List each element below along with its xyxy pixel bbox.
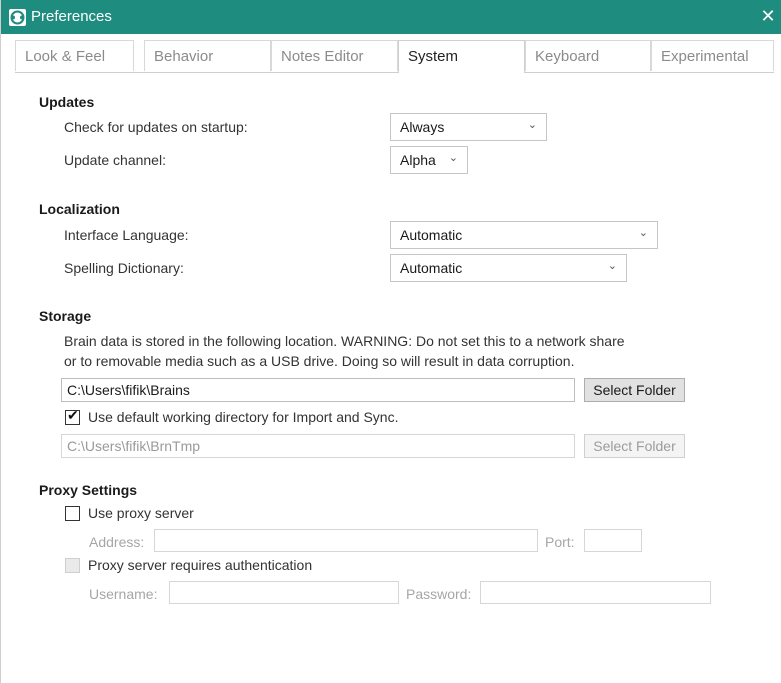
proxy-heading: Proxy Settings [39, 482, 138, 498]
proxy-auth-label: Proxy server requires authentication [88, 557, 313, 573]
interface-language-value: Automatic [400, 227, 463, 243]
select-working-folder-button[interactable]: Select Folder [584, 434, 685, 458]
proxy-address-input[interactable] [154, 529, 538, 552]
tab-look-and-feel[interactable]: Look & Feel [15, 40, 134, 71]
username-label: Username: [89, 586, 158, 602]
update-channel-select[interactable]: Alpha ⌄ [390, 146, 468, 174]
storage-heading: Storage [39, 308, 92, 324]
use-proxy-label: Use proxy server [88, 505, 194, 521]
storage-warning-line-1: Brain data is stored in the following lo… [64, 333, 625, 349]
proxy-password-input[interactable] [480, 581, 711, 604]
tab-behavior[interactable]: Behavior [144, 40, 271, 71]
app-logo-icon [9, 9, 26, 26]
tab-notes-editor[interactable]: Notes Editor [271, 40, 398, 71]
spelling-dictionary-select[interactable]: Automatic ⌄ [390, 254, 627, 282]
close-icon[interactable]: ✕ [758, 5, 778, 27]
proxy-username-input[interactable] [169, 581, 399, 604]
title-bar: Preferences ✕ [1, 0, 781, 34]
update-channel-label: Update channel: [64, 152, 166, 168]
interface-language-label: Interface Language: [64, 227, 189, 243]
working-directory-input[interactable]: C:\Users\fifik\BrnTmp [61, 434, 575, 458]
port-label: Port: [545, 534, 575, 550]
chevron-down-icon: ⌄ [448, 152, 458, 164]
tab-bar: Look & Feel Behavior Notes Editor System… [15, 40, 774, 73]
window-title: Preferences [31, 8, 112, 25]
spelling-dictionary-value: Automatic [400, 260, 463, 276]
interface-language-select[interactable]: Automatic ⌄ [390, 221, 658, 249]
default-directory-checkbox[interactable]: ✔ [65, 407, 80, 425]
storage-warning-line-2: or to removable media such as a USB driv… [64, 353, 575, 369]
proxy-auth-checkbox[interactable] [65, 558, 80, 573]
check-updates-select[interactable]: Always ⌄ [390, 113, 547, 141]
check-updates-label: Check for updates on startup: [64, 119, 248, 135]
system-panel: Updates Check for updates on startup: Al… [1, 72, 781, 683]
tab-experimental[interactable]: Experimental [651, 40, 774, 71]
checkmark-icon: ✔ [67, 407, 79, 423]
localization-heading: Localization [39, 201, 120, 217]
preferences-window: Preferences ✕ Look & Feel Behavior Notes… [0, 0, 781, 683]
chevron-down-icon: ⌄ [638, 227, 648, 239]
brain-location-input[interactable]: C:\Users\fifik\Brains [61, 378, 575, 402]
use-proxy-checkbox[interactable] [65, 506, 80, 521]
tab-system[interactable]: System [398, 40, 525, 73]
default-directory-label: Use default working directory for Import… [88, 409, 399, 425]
password-label: Password: [406, 586, 472, 602]
chevron-down-icon: ⌄ [527, 119, 537, 131]
update-channel-value: Alpha [400, 152, 436, 168]
check-updates-value: Always [400, 119, 445, 135]
tab-keyboard[interactable]: Keyboard [525, 40, 651, 71]
spelling-dictionary-label: Spelling Dictionary: [64, 260, 184, 276]
updates-heading: Updates [39, 94, 95, 110]
select-folder-button[interactable]: Select Folder [584, 378, 685, 402]
proxy-port-input[interactable] [584, 529, 642, 552]
chevron-down-icon: ⌄ [607, 260, 617, 272]
address-label: Address: [89, 534, 145, 550]
